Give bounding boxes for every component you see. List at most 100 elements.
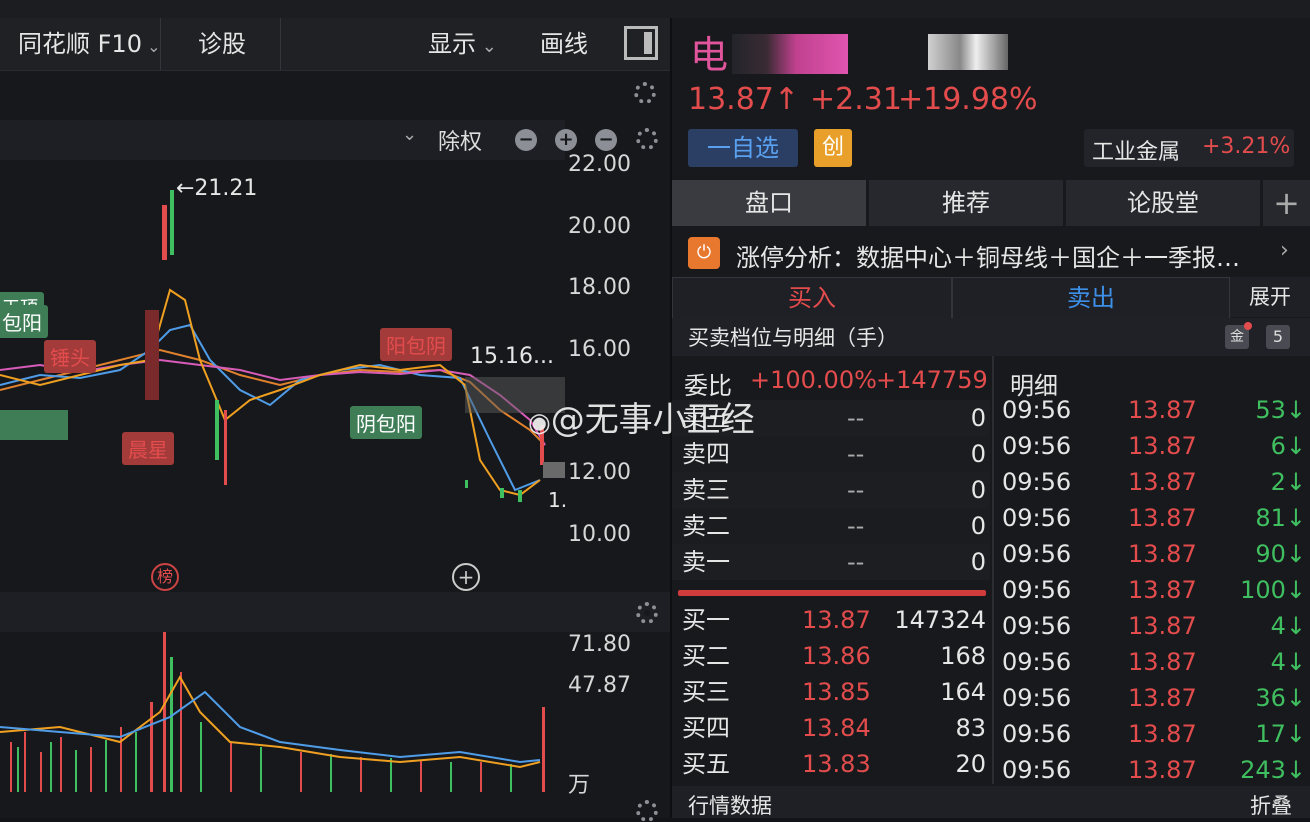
f10-button[interactable]: 同花顺 F10 ⌄ [18,18,160,70]
pattern-tag[interactable]: 晨星 [122,432,174,465]
detail-price: 13.87 [1128,720,1197,748]
divider [160,18,161,70]
sell-button[interactable]: 卖出 [952,277,1230,319]
y-tick: 18.00 [568,275,631,300]
tab-recommend[interactable]: 推荐 [869,180,1063,226]
detail-price: 13.87 [1128,540,1197,568]
gear-icon[interactable] [636,128,658,150]
ask-row: 卖三 -- 0 [672,472,990,508]
gear-icon[interactable] [636,800,658,822]
detail-row: 09:56 13.87 90↓ [996,536,1310,572]
zoom-out-icon[interactable]: − [515,129,537,151]
detail-time: 09:56 [1002,648,1072,676]
tab-pankou[interactable]: 盘口 [672,180,866,226]
display-button[interactable]: 显示 ⌄ [428,18,497,70]
watchlist-button[interactable]: 一自选 [688,129,798,167]
detail-price: 13.87 [1128,684,1197,712]
ask-price: -- [847,440,865,468]
limit-analysis-text[interactable]: 涨停分析：数据中心＋铜母线＋国企＋一季报… [736,238,1286,273]
bid-label: 买一 [682,606,730,634]
bid-price: 13.83 [802,750,871,778]
watermark: ◉@无事小正经 [528,400,755,440]
bid-label: 买五 [682,750,730,778]
mosaic-blur [928,34,1008,70]
ask-row: 卖二 -- 0 [672,508,990,544]
bid-row: 买五 13.83 20 [672,746,990,782]
detail-price: 13.87 [1128,576,1197,604]
bid-row: 买三 13.85 164 [672,674,990,710]
candle [170,190,174,255]
bid-price: 13.86 [802,642,871,670]
detail-time: 09:56 [1002,432,1072,460]
tab-forum[interactable]: 论股堂 [1066,180,1260,226]
diagnose-button[interactable]: 诊股 [198,18,246,70]
cut-price-label: 1. [548,488,568,512]
last-price-label: 15.16... [470,344,554,369]
pattern-tag[interactable]: 包阳 [0,305,48,338]
limit-analysis-icon: ⏻ [688,237,720,269]
expand-button[interactable]: 展开 [1230,277,1310,317]
candle [215,400,219,460]
sector-name: 工业金属 [1092,140,1181,165]
price-value: 13.87↑ [688,82,800,117]
buy-button[interactable]: 买入 [672,277,952,319]
minus-icon[interactable]: − [595,129,617,151]
ratio-pct: +100.00% [750,366,877,394]
panel-toggle-icon[interactable] [624,26,658,60]
chevron-right-icon[interactable]: › [1280,238,1289,263]
detail-row: 09:56 13.87 100↓ [996,572,1310,608]
chevron-down-icon[interactable]: ⌄ [402,124,417,145]
bid-volume: 164 [940,678,986,706]
y-tick: 20.00 [568,214,631,239]
detail-row: 09:56 13.87 4↓ [996,608,1310,644]
bid-volume: 147324 [894,606,986,634]
collapse-button[interactable]: 折叠 [1250,790,1292,820]
candle [224,410,227,485]
candle [162,205,167,260]
detail-row: 09:56 13.87 81↓ [996,500,1310,536]
stock-name: 电 [690,33,729,77]
ask-price: -- [847,548,865,576]
pattern-tag[interactable]: 阴包阳 [350,406,422,439]
ratio-value: +147759 [876,366,988,394]
adjust-button[interactable]: 除权 [438,124,482,156]
gear-icon[interactable] [636,602,658,624]
add-indicator-icon[interactable]: + [452,563,480,591]
depth-title: 买卖档位与明细（手） [688,326,898,350]
sector-chip[interactable]: 工业金属 +3.21% [1084,129,1294,167]
detail-time: 09:56 [1002,504,1072,532]
detail-row: 09:56 13.87 243↓ [996,752,1310,788]
rank-icon[interactable]: 榜 [151,563,179,591]
bid-row: 买二 13.86 168 [672,638,990,674]
ask-row: 卖一 -- 0 [672,544,990,580]
pattern-tag[interactable]: 锤头 [44,340,96,373]
y-tick: 22.00 [568,152,631,177]
detail-time: 09:56 [1002,684,1072,712]
detail-price: 13.87 [1128,432,1197,460]
zoom-in-icon[interactable]: + [555,129,577,151]
detail-volume: 17↓ [1255,720,1306,748]
price-change: +2.31 [810,82,902,117]
bid-label: 买二 [682,642,730,670]
vol-tick: 47.87 [568,673,631,698]
draw-line-button[interactable]: 画线 [540,18,588,70]
add-tab-button[interactable]: + [1263,180,1310,226]
detail-volume: 2↓ [1270,468,1306,496]
detail-row: 09:56 13.87 53↓ [996,392,1310,428]
detail-time: 09:56 [1002,756,1072,784]
ask-price: -- [847,404,865,432]
ask-label: 卖三 [682,476,730,504]
ask-price: -- [847,476,865,504]
ask-label: 卖二 [682,512,730,540]
market-data-label[interactable]: 行情数据 [688,790,772,820]
ask-row: 卖四 -- 0 [672,436,990,472]
gear-icon[interactable] [634,82,656,104]
ask-volume: 0 [970,548,986,576]
detail-row: 09:56 13.87 2↓ [996,464,1310,500]
pattern-tag[interactable]: 阳包阴 [380,328,452,361]
depth-level-button[interactable]: 5 [1266,325,1290,349]
y-tick: 12.00 [568,460,631,485]
detail-price: 13.87 [1128,468,1197,496]
divider [280,18,281,70]
detail-volume: 243↓ [1240,756,1306,784]
